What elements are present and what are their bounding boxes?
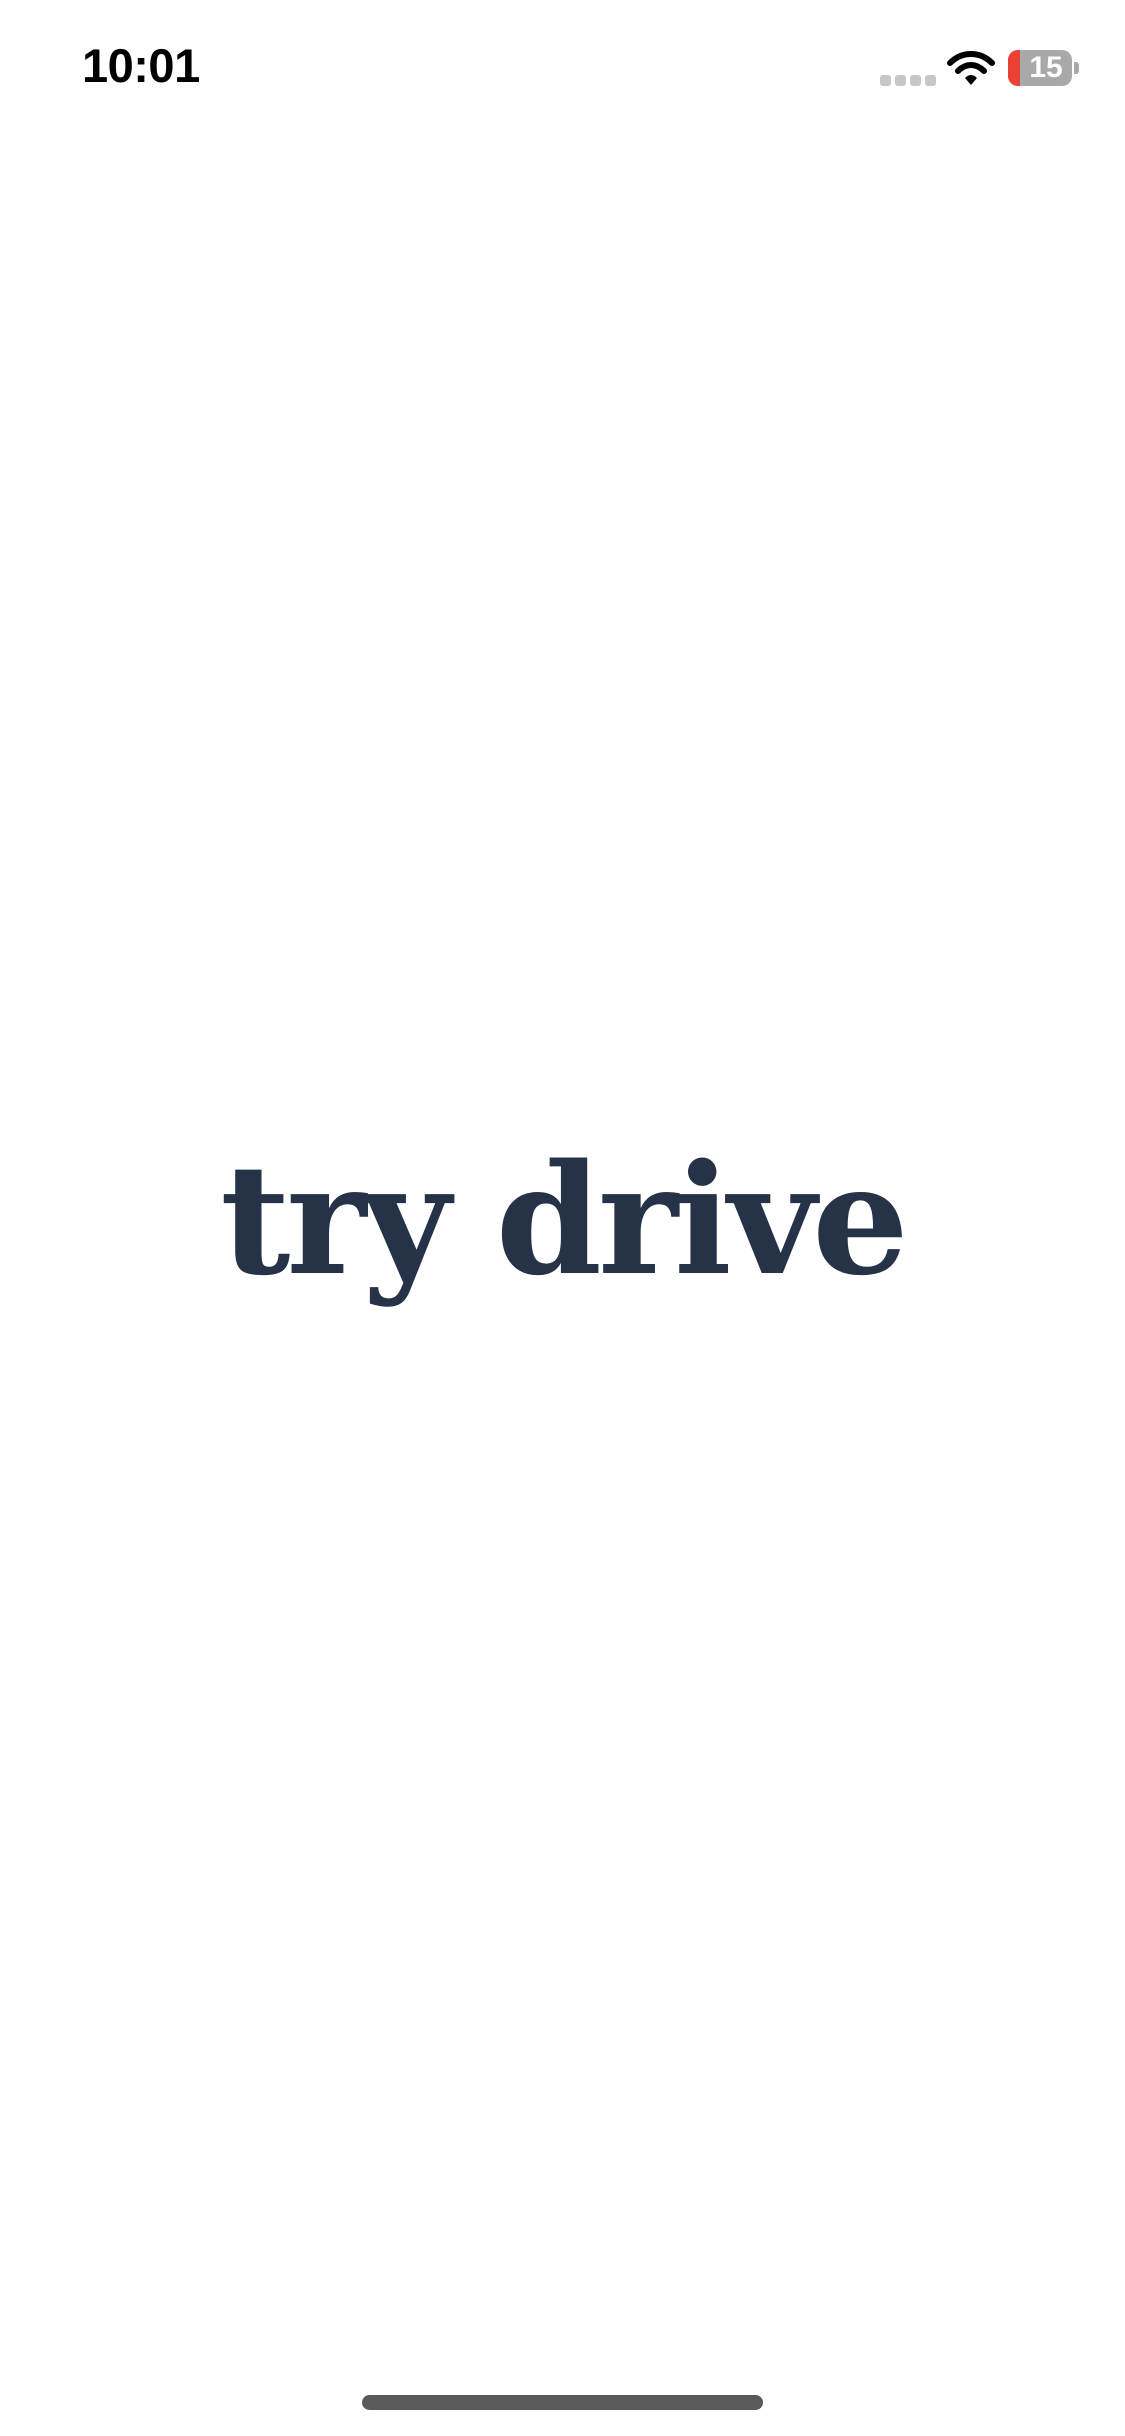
battery-fill <box>1008 50 1020 86</box>
battery-level: 15 <box>1029 51 1063 84</box>
wifi-icon <box>947 51 995 85</box>
home-indicator[interactable] <box>362 2395 763 2410</box>
status-bar: 10:01 15 <box>0 0 1125 140</box>
status-time: 10:01 <box>82 39 200 92</box>
app-logo-wordmark: try drive <box>220 1130 909 1309</box>
battery-cap <box>1074 62 1079 74</box>
signal-icon <box>880 75 936 87</box>
battery-icon: 15 <box>1008 50 1072 86</box>
